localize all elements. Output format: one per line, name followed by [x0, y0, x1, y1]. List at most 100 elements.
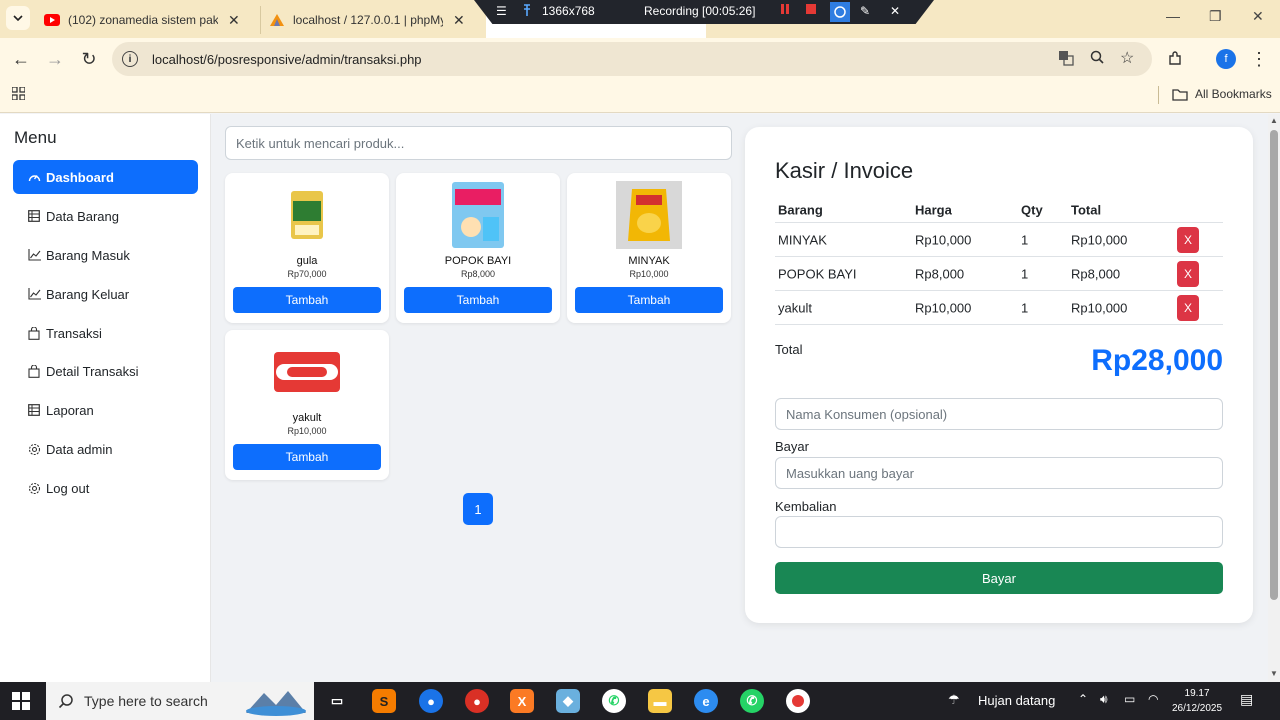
tab-title: localhost / 127.0.0.1 | phpMyAd: [293, 13, 443, 27]
edge-icon[interactable]: e: [694, 689, 718, 713]
speedometer-icon: [27, 170, 41, 184]
pen-icon[interactable]: ✎: [860, 4, 870, 18]
sidebar-item-label: Transaksi: [46, 325, 102, 341]
add-product-button[interactable]: Tambah: [233, 287, 381, 313]
close-tab-icon[interactable]: ✕: [453, 12, 465, 29]
remove-item-button[interactable]: X: [1177, 294, 1199, 321]
recorder-icon[interactable]: [786, 689, 810, 713]
sidebar-item-label: Data admin: [46, 441, 113, 457]
product-card: yakult Rp10,000 Tambah: [225, 330, 389, 480]
weather-text[interactable]: Hujan datang: [978, 693, 1055, 708]
profile-avatar[interactable]: f: [1216, 49, 1236, 69]
phpmyadmin-icon: [269, 12, 285, 28]
pagination-page-1[interactable]: 1: [463, 493, 493, 525]
item-price: Rp10,000: [915, 300, 972, 315]
pause-icon[interactable]: [780, 4, 790, 14]
translate-icon[interactable]: [1058, 50, 1074, 69]
camera-icon[interactable]: [830, 2, 850, 22]
apps-grid-icon[interactable]: [11, 86, 26, 103]
site-info-icon[interactable]: i: [122, 51, 138, 67]
file-explorer-icon[interactable]: ▬: [648, 689, 672, 713]
table-icon: [27, 209, 41, 223]
browser-tab-youtube[interactable]: (102) zonamedia sistem pakar ✕: [36, 6, 256, 34]
address-bar[interactable]: i localhost/6/posresponsive/admin/transa…: [112, 42, 1152, 76]
product-card: MINYAK Rp10,000 Tambah: [567, 173, 731, 323]
wifi-icon[interactable]: ◠: [1148, 692, 1158, 706]
invoice-title: Kasir / Invoice: [775, 158, 914, 183]
whatsapp-web-icon[interactable]: ✆: [602, 689, 626, 713]
scroll-down-icon[interactable]: ▼: [1270, 669, 1278, 678]
chrome-profile-icon[interactable]: ●: [465, 689, 489, 713]
sidebar-item-logout[interactable]: Log out: [13, 471, 198, 505]
customer-name-input[interactable]: Nama Konsumen (opsional): [775, 398, 1223, 430]
scroll-thumb[interactable]: [1270, 130, 1278, 600]
zoom-icon[interactable]: [1090, 50, 1104, 67]
battery-icon[interactable]: ▭: [1124, 692, 1135, 706]
back-icon[interactable]: ←: [10, 48, 32, 70]
sidebar-item-dashboard[interactable]: Dashboard: [13, 160, 198, 194]
more-menu-icon[interactable]: ⋮: [1248, 48, 1270, 70]
remove-item-button[interactable]: X: [1177, 260, 1199, 287]
menu-icon[interactable]: ☰: [496, 4, 507, 18]
notification-icon[interactable]: ▤: [1240, 691, 1253, 708]
xampp-icon[interactable]: X: [510, 689, 534, 713]
pin-icon[interactable]: [522, 4, 532, 16]
sidebar-item-barang-keluar[interactable]: Barang Keluar: [13, 277, 198, 311]
sidebar-item-data-barang[interactable]: Data Barang: [13, 199, 198, 233]
chart-line-icon: [27, 287, 41, 301]
product-price: Rp70,000: [287, 269, 327, 279]
forward-icon[interactable]: →: [44, 48, 66, 70]
table-row: MINYAK Rp10,000 1 Rp10,000 X: [775, 223, 1223, 257]
add-product-button[interactable]: Tambah: [575, 287, 723, 313]
tab-search-button[interactable]: [6, 6, 30, 30]
item-name: yakult: [778, 300, 812, 315]
column-header: Barang: [778, 202, 823, 217]
sidebar-item-data-admin[interactable]: Data admin: [13, 432, 198, 466]
weather-icon[interactable]: ☂: [948, 692, 960, 708]
add-product-button[interactable]: Tambah: [404, 287, 552, 313]
task-view-icon[interactable]: ▭: [325, 689, 349, 713]
browser-tab-phpmyadmin[interactable]: localhost / 127.0.0.1 | phpMyAd ✕: [260, 6, 486, 34]
bookmarks-separator: [1158, 86, 1159, 104]
tray-chevron-icon[interactable]: ⌃: [1078, 692, 1088, 706]
minimize-icon[interactable]: —: [1166, 8, 1180, 24]
chrome-icon[interactable]: ●: [419, 689, 443, 713]
stop-icon[interactable]: [806, 4, 816, 14]
scroll-up-icon[interactable]: ▲: [1270, 116, 1278, 125]
reload-icon[interactable]: ↻: [78, 48, 100, 70]
change-field[interactable]: [775, 516, 1223, 548]
payment-input[interactable]: Masukkan uang bayar: [775, 457, 1223, 489]
gear-icon: [27, 481, 41, 495]
sidebar-item-barang-masuk[interactable]: Barang Masuk: [13, 238, 198, 272]
windows-start-icon[interactable]: [12, 692, 30, 710]
pay-button[interactable]: Bayar: [775, 562, 1223, 594]
whatsapp-icon[interactable]: ✆: [740, 689, 764, 713]
product-search-input[interactable]: Ketik untuk mencari produk...: [225, 126, 732, 160]
product-name: yakult: [292, 412, 322, 424]
taskbar-search[interactable]: Type here to search: [46, 682, 314, 720]
sidebar-item-laporan[interactable]: Laporan: [13, 393, 198, 427]
windows-taskbar: Type here to search ▭ S ● ● X ◆ ✆ ▬ e ✆ …: [0, 682, 1280, 720]
product-image-yakult: [273, 338, 341, 406]
close-recording-icon[interactable]: ✕: [890, 4, 900, 18]
product-price: Rp10,000: [629, 269, 669, 279]
extensions-icon[interactable]: [1164, 48, 1186, 70]
browser-toolbar: ← → ↻ i localhost/6/posresponsive/admin/…: [0, 38, 1280, 80]
table-icon: [27, 403, 41, 417]
add-product-button[interactable]: Tambah: [233, 444, 381, 470]
bookmark-star-icon[interactable]: ☆: [1120, 48, 1134, 68]
sidebar-item-transaksi[interactable]: Transaksi: [13, 316, 198, 350]
restore-icon[interactable]: ❐: [1209, 8, 1222, 25]
page-scrollbar[interactable]: ▲ ▼: [1268, 114, 1280, 682]
volume-icon[interactable]: 🔊︎: [1100, 692, 1108, 707]
app-icon[interactable]: ◆: [556, 689, 580, 713]
all-bookmarks-button[interactable]: All Bookmarks: [1172, 87, 1272, 101]
item-total: Rp10,000: [1071, 232, 1128, 247]
close-window-icon[interactable]: ✕: [1252, 8, 1264, 25]
close-tab-icon[interactable]: ✕: [228, 12, 240, 29]
remove-item-button[interactable]: X: [1177, 226, 1199, 253]
taskbar-clock[interactable]: 19.17 26/12/2025: [1172, 686, 1222, 716]
sidebar-item-detail-transaksi[interactable]: Detail Transaksi: [13, 354, 198, 388]
sublime-icon[interactable]: S: [372, 689, 396, 713]
bag-icon: [27, 326, 41, 340]
